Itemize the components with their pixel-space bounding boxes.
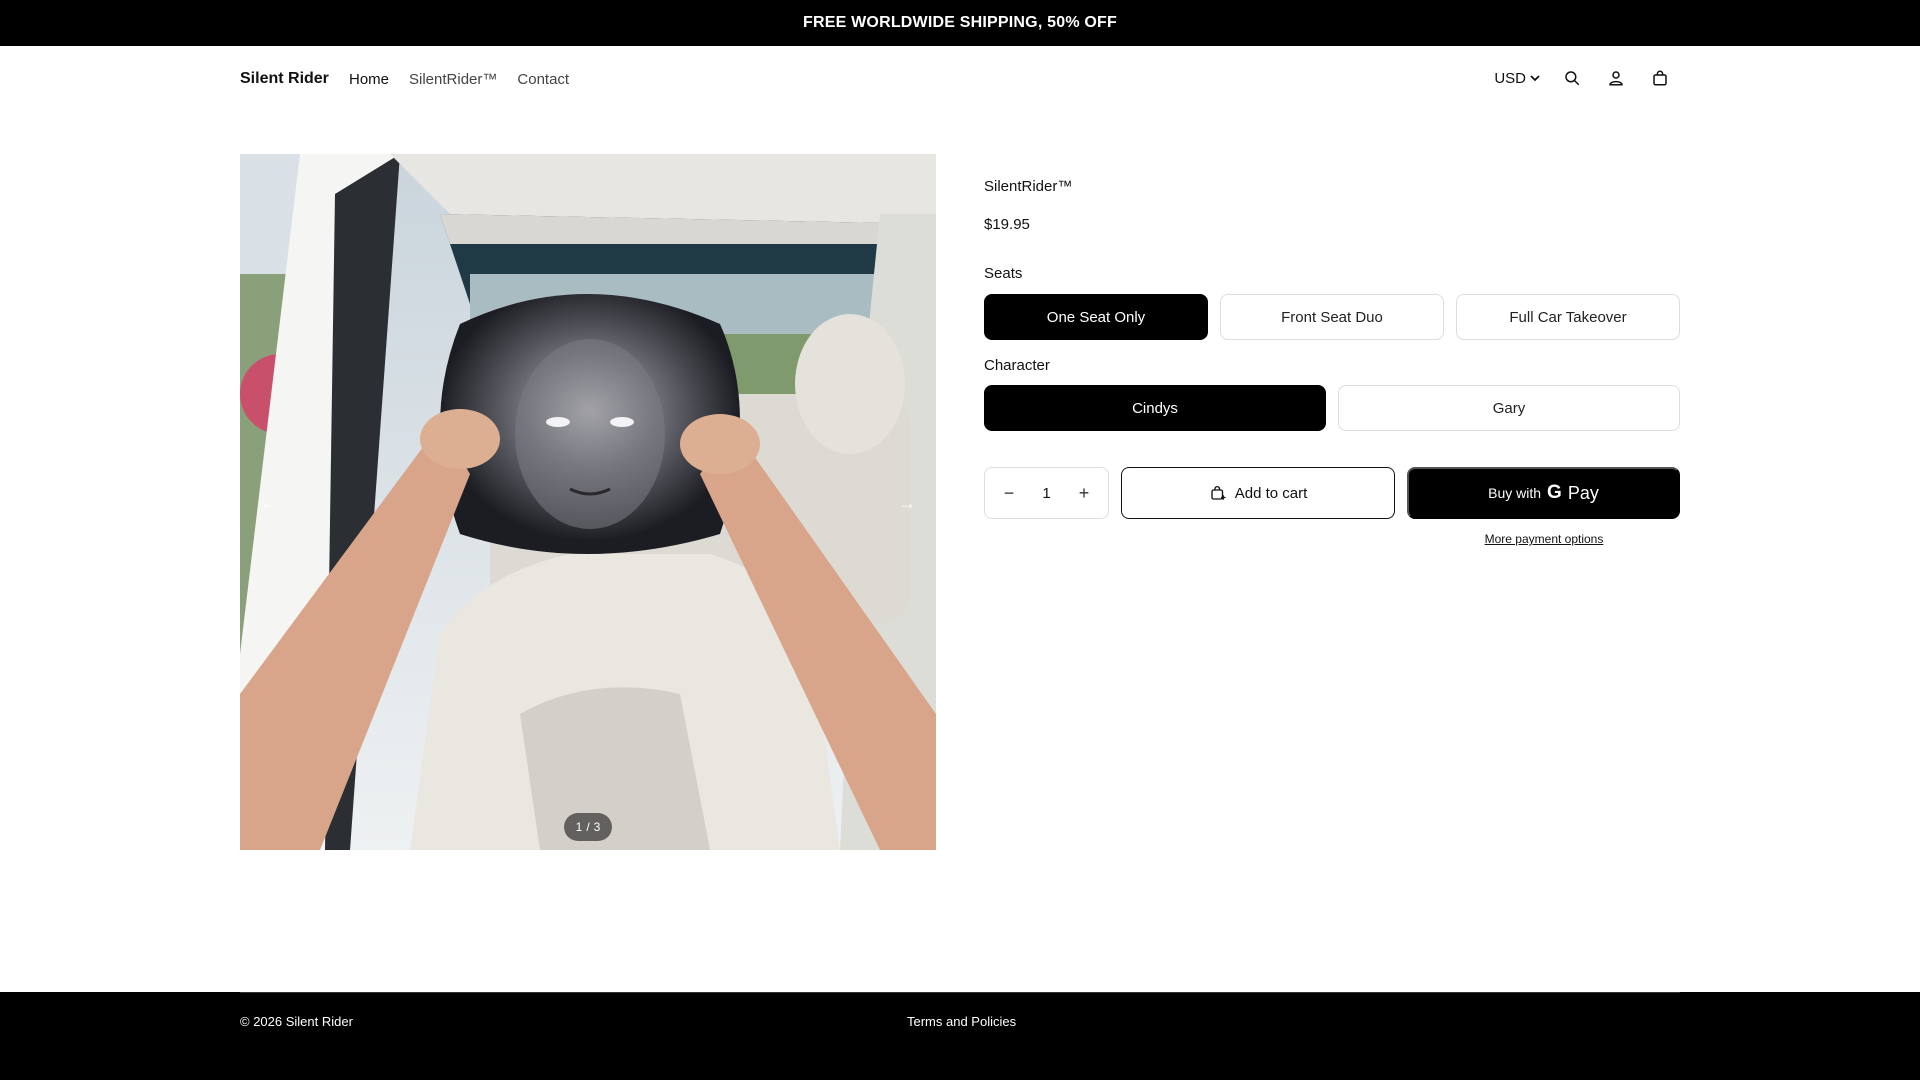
site-footer: © 2026 Silent Rider Terms and Policies (0, 992, 1920, 1080)
character-option-gary[interactable]: Gary (1338, 385, 1680, 431)
nav-contact[interactable]: Contact (517, 71, 569, 88)
cart-icon[interactable] (1648, 66, 1672, 90)
character-option-cindys[interactable]: Cindys (984, 385, 1326, 431)
add-to-cart-button[interactable]: Add to cart (1121, 467, 1395, 519)
currency-selector[interactable]: USD (1494, 66, 1540, 90)
character-options: Cindys Gary (984, 385, 1680, 431)
nav-silentrider[interactable]: SilentRider™ (409, 71, 497, 88)
footer-divider (240, 992, 1680, 993)
character-label: Character (984, 357, 1050, 374)
account-icon[interactable] (1604, 66, 1628, 90)
quantity-value[interactable]: 1 (1042, 485, 1050, 502)
footer-terms-link[interactable]: Terms and Policies (907, 1014, 1016, 1029)
buy-with-gpay-button[interactable]: Buy with G Pay (1407, 467, 1680, 519)
store-logo[interactable]: Silent Rider (240, 70, 329, 88)
quantity-decrease-button[interactable]: − (997, 481, 1021, 505)
footer-copyright: © 2026 Silent Rider (240, 1014, 353, 1029)
gallery-next-button[interactable]: → (892, 488, 922, 518)
arrow-right-icon: → (898, 492, 916, 513)
currency-label: USD (1494, 69, 1526, 87)
seats-options: One Seat Only Front Seat Duo Full Car Ta… (984, 294, 1680, 340)
announcement-bar: FREE WORLDWIDE SHIPPING, 50% OFF (0, 0, 1920, 46)
quantity-increase-button[interactable]: + (1072, 481, 1096, 505)
chevron-down-icon (1530, 70, 1540, 87)
search-icon[interactable] (1560, 66, 1584, 90)
seat-option-full-car[interactable]: Full Car Takeover (1456, 294, 1680, 340)
announcement-text: FREE WORLDWIDE SHIPPING, 50% OFF (803, 14, 1117, 31)
google-g-icon: G (1547, 482, 1562, 503)
product-gallery[interactable]: ← → 1 / 3 (240, 154, 936, 850)
nav-home[interactable]: Home (349, 71, 389, 88)
add-to-cart-label: Add to cart (1234, 484, 1308, 502)
gallery-current: 1 (575, 820, 583, 834)
product-price: $19.95 (984, 216, 1030, 233)
gallery-counter: 1 / 3 (564, 813, 612, 841)
site-header: Silent Rider Home SilentRider™ Contact U… (0, 46, 1920, 114)
header-actions: USD (1494, 66, 1672, 90)
buy-with-label: Buy with (1488, 485, 1542, 501)
product-title: SilentRider™ (984, 178, 1073, 195)
seat-option-one[interactable]: One Seat Only (984, 294, 1208, 340)
purchase-row: − 1 + Add to cart Buy with G Pay (984, 467, 1680, 519)
seats-label: Seats (984, 265, 1023, 282)
cart-add-icon (1211, 485, 1226, 500)
product-info: SilentRider™ $19.95 Seats One Seat Only … (984, 178, 1680, 546)
product-image (240, 154, 936, 850)
gallery-total: 3 (593, 820, 601, 834)
quantity-stepper: − 1 + (984, 467, 1109, 519)
pay-label: Pay (1567, 482, 1599, 503)
more-payment-options-link[interactable]: More payment options (1408, 532, 1680, 546)
gallery-separator: / (586, 820, 590, 834)
gallery-prev-button[interactable]: ← (254, 488, 284, 518)
main-nav: Home SilentRider™ Contact (349, 71, 569, 88)
seat-option-front-duo[interactable]: Front Seat Duo (1220, 294, 1444, 340)
arrow-left-icon: ← (260, 492, 278, 513)
